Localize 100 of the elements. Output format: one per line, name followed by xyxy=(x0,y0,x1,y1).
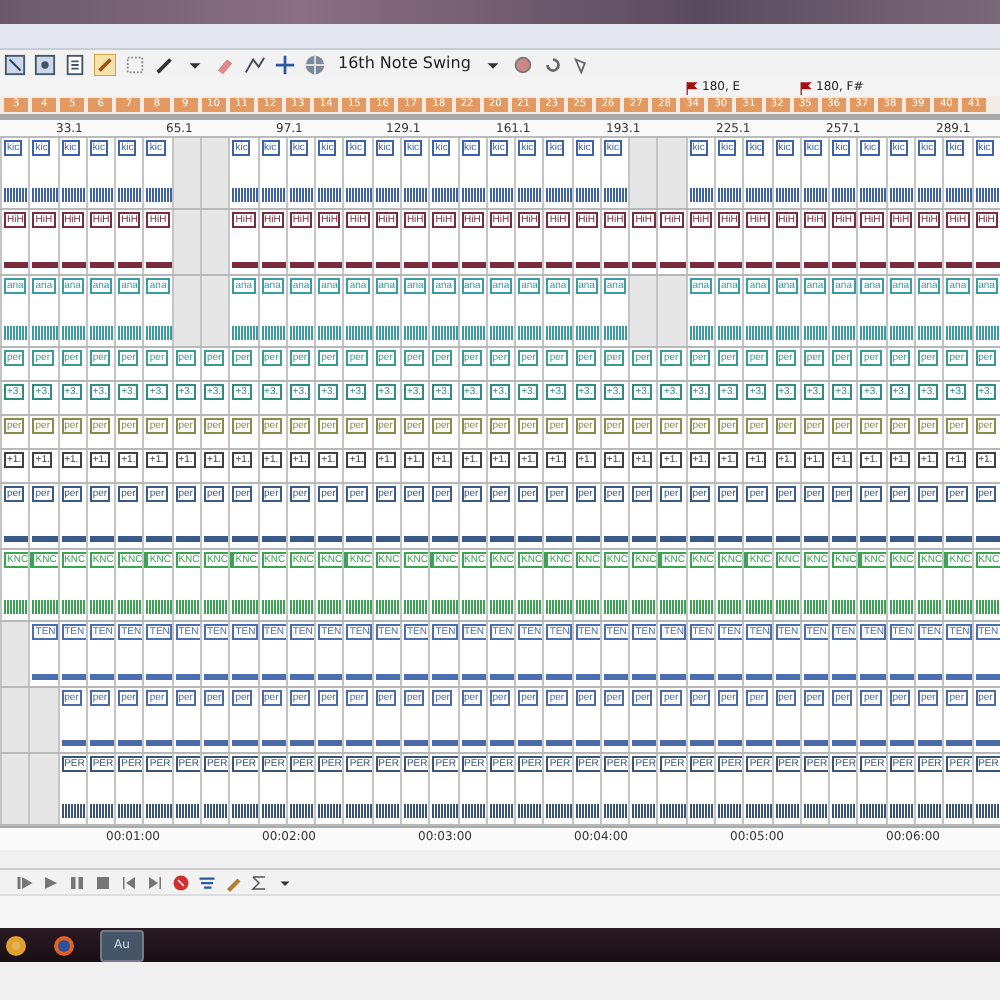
waveform xyxy=(975,536,1000,542)
waveform xyxy=(746,326,772,340)
waveform xyxy=(889,674,914,680)
waveform xyxy=(375,188,400,202)
waveform xyxy=(832,262,857,268)
loop-icon[interactable] xyxy=(542,53,565,75)
waveform xyxy=(403,262,429,268)
select-tool-icon[interactable] xyxy=(124,53,146,75)
browser-icon[interactable] xyxy=(52,933,76,957)
waveform xyxy=(746,740,772,746)
waveform xyxy=(432,674,457,680)
waveform xyxy=(660,674,686,680)
waveform xyxy=(232,326,258,340)
waveform xyxy=(860,262,886,268)
waveform xyxy=(118,536,143,542)
envelope-tool-icon[interactable] xyxy=(244,53,266,75)
waveform xyxy=(346,740,372,746)
waveform xyxy=(289,188,315,202)
waveform xyxy=(61,600,86,614)
swing-dropdown[interactable]: 16th Note Swing xyxy=(334,54,475,74)
waveform xyxy=(4,326,29,340)
waveform xyxy=(203,804,229,818)
waveform xyxy=(746,600,772,614)
waveform xyxy=(803,188,829,202)
waveform xyxy=(432,188,457,202)
waveform xyxy=(860,188,886,202)
waveform xyxy=(432,600,457,614)
select-tool-icon[interactable] xyxy=(4,53,26,75)
stop-icon[interactable] xyxy=(94,873,112,891)
waveform xyxy=(403,674,429,680)
select-tool-icon[interactable] xyxy=(34,53,56,75)
play-icon[interactable] xyxy=(42,873,60,891)
waveform xyxy=(860,326,886,340)
brush-icon[interactable] xyxy=(154,53,176,75)
record-icon[interactable] xyxy=(172,873,190,891)
flag-icon[interactable] xyxy=(686,79,700,95)
waveform xyxy=(546,188,572,202)
waveform xyxy=(89,188,115,202)
waveform xyxy=(118,262,143,268)
waveform xyxy=(403,804,429,818)
waveform xyxy=(489,262,515,268)
waveform xyxy=(918,326,943,340)
waveform xyxy=(860,674,886,680)
waveform xyxy=(146,262,172,268)
waveform xyxy=(432,536,457,542)
waveform xyxy=(203,674,229,680)
waveform xyxy=(889,536,914,542)
pencil-icon[interactable] xyxy=(94,53,116,75)
start-icon[interactable] xyxy=(4,933,28,957)
waveform xyxy=(575,188,600,202)
skip-forward-icon[interactable] xyxy=(146,873,164,891)
pause-icon[interactable] xyxy=(68,873,86,891)
waveform xyxy=(346,674,372,680)
waveform xyxy=(432,262,457,268)
waveform xyxy=(860,536,886,542)
waveform xyxy=(832,536,857,542)
waveform xyxy=(89,326,115,340)
waveform xyxy=(803,600,829,614)
waveform xyxy=(432,740,457,746)
waveform xyxy=(660,600,686,614)
waveform xyxy=(518,804,543,818)
snap-icon[interactable] xyxy=(512,53,535,75)
play-icon[interactable] xyxy=(16,873,34,891)
waveform xyxy=(518,740,543,746)
document-icon[interactable] xyxy=(64,53,86,75)
split-tool-icon[interactable] xyxy=(274,53,296,75)
waveform xyxy=(889,600,914,614)
waveform xyxy=(889,740,914,746)
waveform xyxy=(118,600,143,614)
waveform xyxy=(518,674,543,680)
waveform xyxy=(518,536,543,542)
edit-icon[interactable] xyxy=(224,873,242,891)
globe-icon[interactable] xyxy=(304,53,326,75)
waveform xyxy=(660,804,686,818)
sigma-icon[interactable] xyxy=(250,873,268,891)
waveform xyxy=(718,188,743,202)
mixer-icon[interactable] xyxy=(198,873,216,891)
waveform xyxy=(89,804,115,818)
waveform xyxy=(632,600,657,614)
waveform xyxy=(889,188,914,202)
waveform xyxy=(860,600,886,614)
waveform xyxy=(289,262,315,268)
waveform xyxy=(489,804,515,818)
flag-icon[interactable] xyxy=(800,79,814,95)
waveform xyxy=(689,740,715,746)
waveform xyxy=(146,804,172,818)
waveform xyxy=(346,536,372,542)
waveform xyxy=(289,674,315,680)
waveform xyxy=(946,804,972,818)
waveform xyxy=(89,674,115,680)
waveform xyxy=(346,326,372,340)
waveform xyxy=(603,188,629,202)
waveform xyxy=(518,326,543,340)
waveform xyxy=(4,600,29,614)
waveform xyxy=(432,804,457,818)
waveform xyxy=(203,600,229,614)
waveform xyxy=(375,740,400,746)
skip-back-icon[interactable] xyxy=(120,873,138,891)
waveform xyxy=(432,326,457,340)
waveform xyxy=(61,536,86,542)
